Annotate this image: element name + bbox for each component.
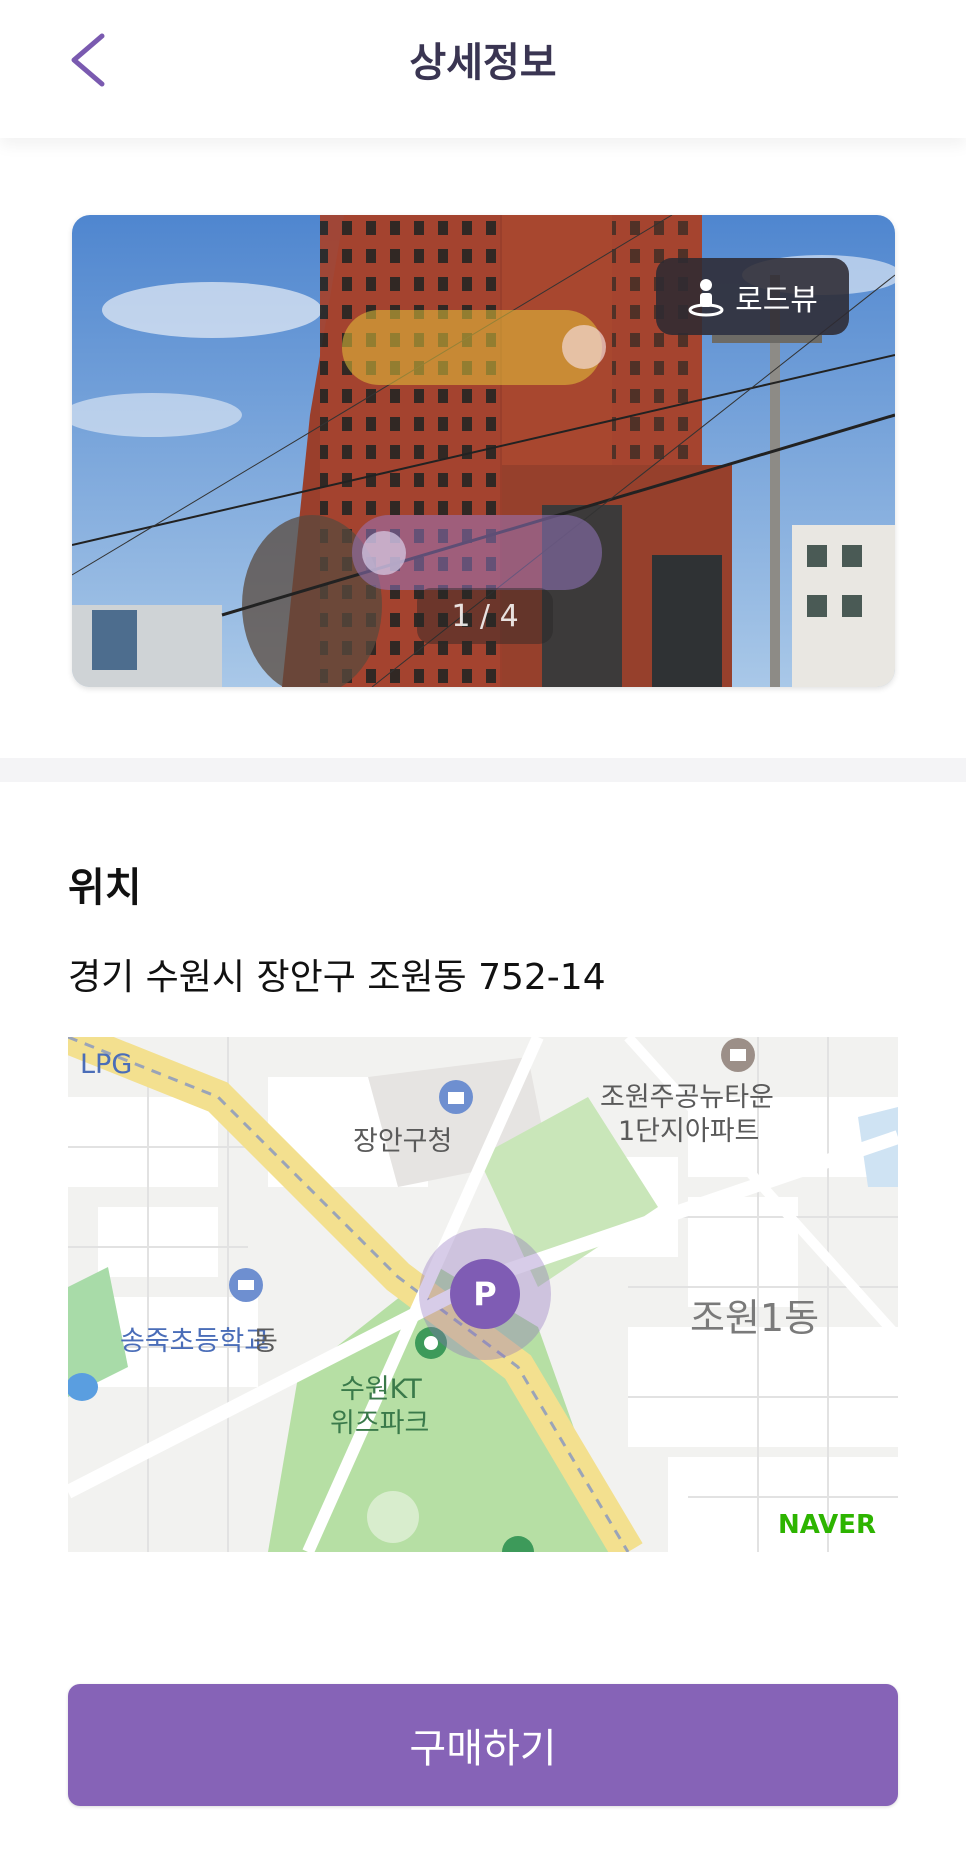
map-label-apartment-2: 1단지아파트 <box>618 1116 760 1147</box>
person-pin-icon <box>688 278 724 316</box>
address-text: 경기 수원시 장안구 조원동 752-14 <box>68 957 606 998</box>
naver-logo: NAVER <box>777 1510 876 1540</box>
map-label-dong: 조원1동 <box>690 1296 820 1340</box>
page-title: 상세정보 <box>409 40 557 86</box>
map-label-school: 송죽초등학교 <box>120 1326 270 1357</box>
image-counter: 1 / 4 <box>417 588 553 644</box>
map-label-lpg: LPG <box>80 1049 133 1080</box>
roadview-button[interactable]: 로드뷰 <box>656 258 849 335</box>
location-map[interactable]: LPG 장안구청 조원주공뉴타운 1단지아파트 송죽초등학교 동 수원KT 위즈… <box>68 1037 898 1552</box>
parking-marker[interactable]: P <box>450 1259 520 1329</box>
building-photo[interactable]: 로드뷰 1 / 4 <box>72 215 895 687</box>
section-divider <box>0 758 966 782</box>
roadview-label: 로드뷰 <box>735 282 818 318</box>
location-title: 위치 <box>68 865 142 911</box>
map-label-park-2: 위즈파크 <box>330 1408 430 1439</box>
header-bar: 상세정보 <box>0 0 966 138</box>
buy-button[interactable]: 구매하기 <box>68 1684 898 1806</box>
map-label-city-hall: 장안구청 <box>353 1126 453 1157</box>
map-label-dong-suffix: 동 <box>253 1326 278 1357</box>
